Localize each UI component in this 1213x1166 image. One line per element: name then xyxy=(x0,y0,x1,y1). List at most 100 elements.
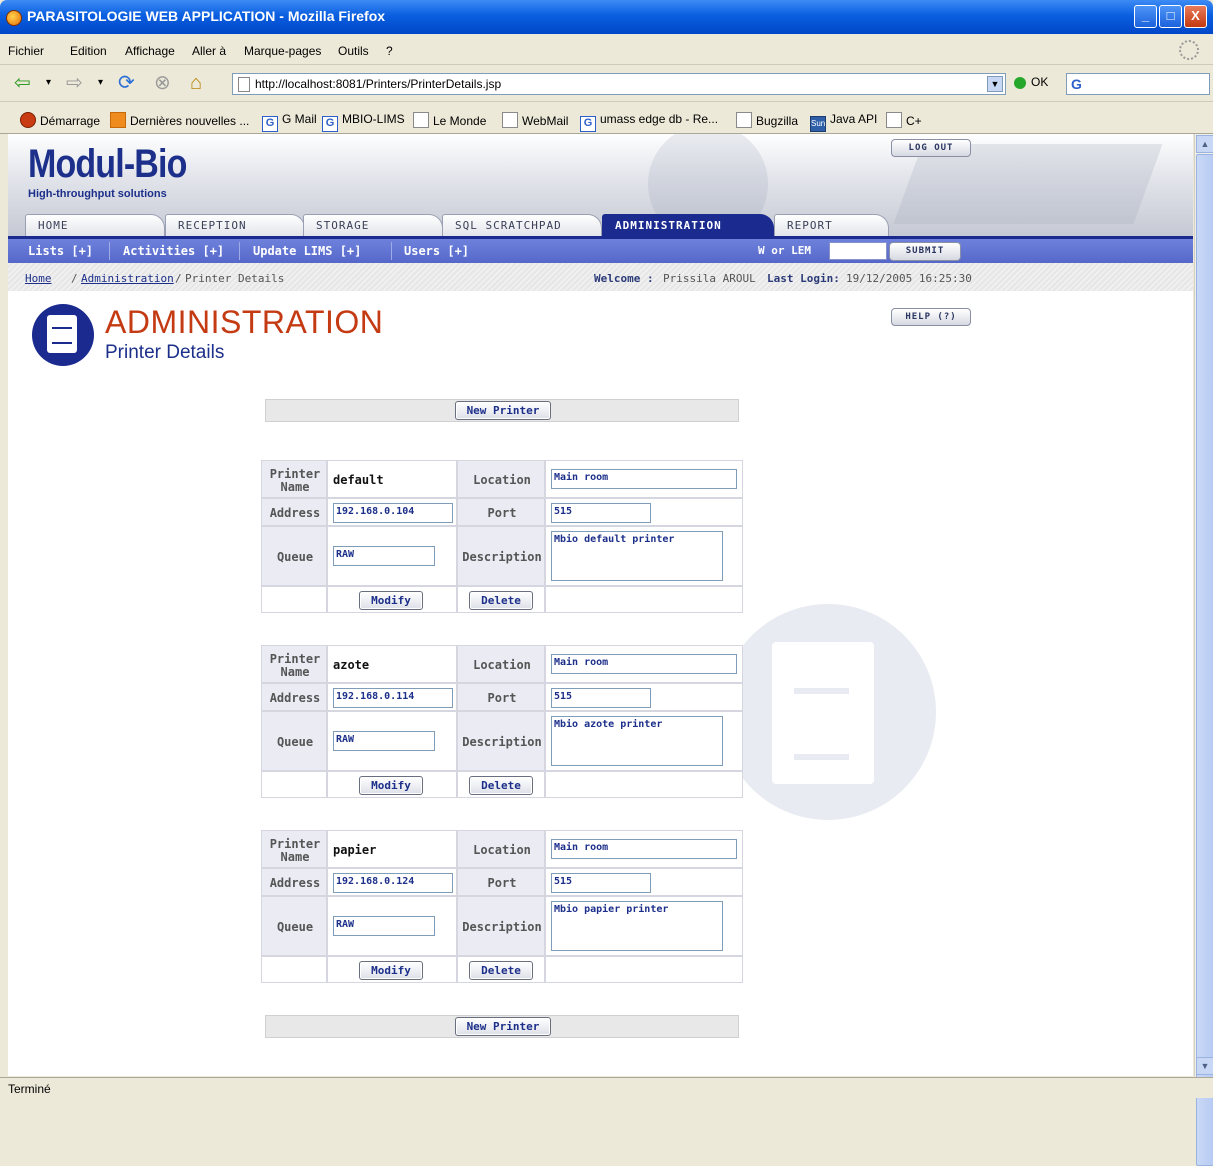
submit-button[interactable]: SUBMIT xyxy=(889,242,961,261)
location-field[interactable]: Main room xyxy=(551,839,737,859)
description-label: Description xyxy=(462,920,542,934)
description-field[interactable]: Mbio default printer xyxy=(551,531,723,581)
port-cell: 515 xyxy=(545,683,743,711)
delete-button[interactable]: Delete xyxy=(469,591,533,610)
tab-reception[interactable]: RECEPTION xyxy=(165,214,305,236)
queue-field[interactable]: RAW xyxy=(333,546,435,566)
breadcrumb-home[interactable]: Home xyxy=(25,272,52,285)
description-label-cell: Description xyxy=(457,526,545,586)
reload-icon[interactable]: ⟳ xyxy=(118,70,135,96)
vertical-scrollbar[interactable]: ▲ ▼ xyxy=(1194,134,1213,1166)
empty-cell xyxy=(261,771,327,798)
forward-dropdown-icon[interactable]: ▾ xyxy=(98,70,103,96)
location-label-cell: Location xyxy=(457,460,545,498)
new-printer-button[interactable]: New Printer xyxy=(455,401,551,420)
new-printer-bar: New Printer xyxy=(265,399,739,422)
address-label: Address xyxy=(269,506,321,520)
maximize-button[interactable]: □ xyxy=(1159,5,1182,28)
port-field[interactable]: 515 xyxy=(551,873,651,893)
port-field[interactable]: 515 xyxy=(551,503,651,523)
modify-button[interactable]: Modify xyxy=(359,776,423,795)
tab-sql-scratchpad[interactable]: SQL SCRATCHPAD xyxy=(442,214,602,236)
printer-name-label: Printer Name xyxy=(269,467,321,494)
address-field[interactable]: 192.168.0.114 xyxy=(333,688,453,708)
stop-icon[interactable]: ⊗ xyxy=(154,70,171,96)
address-label-cell: Address xyxy=(261,498,327,526)
description-cell: Mbio azote printer xyxy=(545,711,743,771)
go-button[interactable]: OK xyxy=(1014,75,1048,89)
menu-aller[interactable]: Aller à xyxy=(192,44,226,58)
help-button[interactable]: HELP (?) xyxy=(891,308,971,326)
rss-icon xyxy=(110,112,126,128)
address-field[interactable]: 192.168.0.124 xyxy=(333,873,453,893)
menu-marque-pages[interactable]: Marque-pages xyxy=(244,44,321,58)
tab-report[interactable]: REPORT xyxy=(774,214,889,236)
search-input[interactable]: G xyxy=(1066,73,1210,95)
close-button[interactable]: X xyxy=(1184,5,1207,28)
queue-label-cell: Queue xyxy=(261,896,327,956)
empty-cell xyxy=(545,956,743,983)
queue-field[interactable]: RAW xyxy=(333,916,435,936)
bookmark-gmail[interactable]: GG Mail xyxy=(262,112,317,132)
delete-cell: Delete xyxy=(457,586,545,613)
menu-help[interactable]: ? xyxy=(386,44,393,58)
port-label: Port xyxy=(487,876,517,890)
port-cell: 515 xyxy=(545,868,743,896)
bookmark-umass[interactable]: Gumass edge db - Re... xyxy=(580,112,718,132)
menu-fichier[interactable]: Fichier xyxy=(8,44,44,58)
bookmark-java-api[interactable]: Sun Java API xyxy=(810,112,877,132)
queue-label: Queue xyxy=(276,920,314,934)
subnav-users[interactable]: Users [+] xyxy=(404,244,469,258)
back-dropdown-icon[interactable]: ▾ xyxy=(46,70,51,96)
logout-button[interactable]: LOG OUT xyxy=(891,139,971,157)
printer-name-label: Printer Name xyxy=(269,652,321,679)
port-field[interactable]: 515 xyxy=(551,688,651,708)
delete-button[interactable]: Delete xyxy=(469,961,533,980)
tab-home[interactable]: HOME xyxy=(25,214,165,236)
subnav-update-lims[interactable]: Update LIMS [+] xyxy=(253,244,361,258)
description-field[interactable]: Mbio papier printer xyxy=(551,901,723,951)
administration-cabinet-icon xyxy=(32,304,94,366)
delete-button[interactable]: Delete xyxy=(469,776,533,795)
menu-outils[interactable]: Outils xyxy=(338,44,369,58)
new-printer-button[interactable]: New Printer xyxy=(455,1017,551,1036)
bookmark-bugzilla[interactable]: Bugzilla xyxy=(736,112,798,128)
subnav-lists[interactable]: Lists [+] xyxy=(28,244,93,258)
scroll-up-icon[interactable]: ▲ xyxy=(1196,135,1213,153)
tab-storage[interactable]: STORAGE xyxy=(303,214,443,236)
scrollbar-thumb[interactable] xyxy=(1196,154,1213,1166)
address-field[interactable]: 192.168.0.104 xyxy=(333,503,453,523)
modify-button[interactable]: Modify xyxy=(359,591,423,610)
location-field[interactable]: Main room xyxy=(551,654,737,674)
forward-arrow-icon[interactable]: ⇨ xyxy=(66,70,83,96)
url-dropdown-icon[interactable]: ▼ xyxy=(987,76,1003,92)
description-field[interactable]: Mbio azote printer xyxy=(551,716,723,766)
bookmark-mbio-lims[interactable]: G MBIO-LIMS xyxy=(322,112,405,132)
menu-edition[interactable]: Edition xyxy=(70,44,107,58)
menu-affichage[interactable]: Affichage xyxy=(125,44,175,58)
url-text: http://localhost:8081/Printers/PrinterDe… xyxy=(255,77,502,91)
bookmark-le-monde[interactable]: Le Monde xyxy=(413,112,486,128)
bookmark-demarrage[interactable]: Démarrage xyxy=(20,112,100,128)
bookmark-nouvelles[interactable]: Dernières nouvelles ... xyxy=(110,112,249,128)
subnav-separator xyxy=(109,242,110,260)
empty-cell xyxy=(261,956,327,983)
tab-administration[interactable]: ADMINISTRATION xyxy=(602,214,774,236)
bookmark-webmail[interactable]: WebMail xyxy=(502,112,568,128)
modify-button[interactable]: Modify xyxy=(359,961,423,980)
subnav-activities[interactable]: Activities [+] xyxy=(123,244,224,258)
bookmark-c-plus[interactable]: C+ xyxy=(886,112,922,128)
breadcrumb-separator: / xyxy=(175,272,182,285)
minimize-button[interactable]: _ xyxy=(1134,5,1157,28)
back-arrow-icon[interactable]: ⇦ xyxy=(14,70,31,96)
url-bar[interactable]: http://localhost:8081/Printers/PrinterDe… xyxy=(232,73,1006,95)
home-icon[interactable]: ⌂ xyxy=(190,70,202,96)
scroll-down-icon[interactable]: ▼ xyxy=(1196,1057,1213,1075)
breadcrumb: Home / Administration / Printer Details … xyxy=(8,263,1193,291)
w-or-lem-input[interactable] xyxy=(829,242,887,260)
location-field[interactable]: Main room xyxy=(551,469,737,489)
breadcrumb-administration[interactable]: Administration xyxy=(81,272,174,285)
queue-cell: RAW xyxy=(327,896,457,956)
description-cell: Mbio default printer xyxy=(545,526,743,586)
queue-field[interactable]: RAW xyxy=(333,731,435,751)
